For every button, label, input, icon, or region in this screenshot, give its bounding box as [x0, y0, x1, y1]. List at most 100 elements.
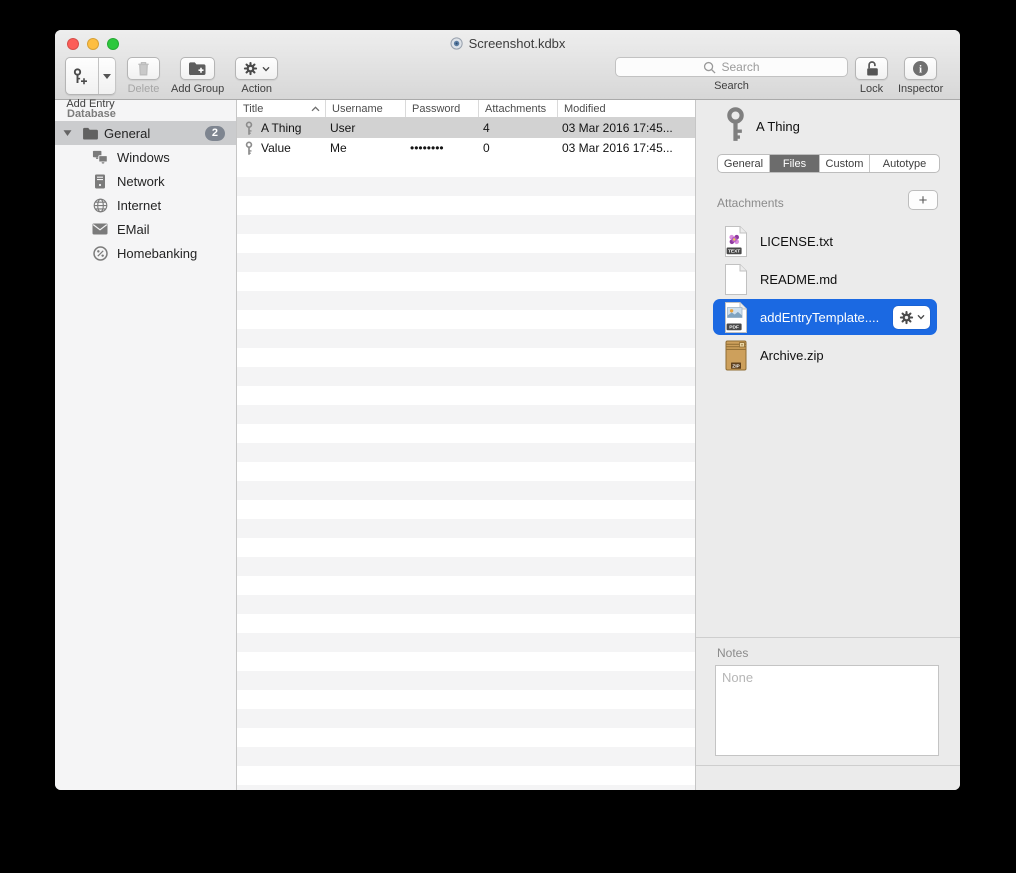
table-row-empty [237, 747, 695, 766]
tab-files[interactable]: Files [770, 155, 820, 172]
table-row-empty [237, 519, 695, 538]
toolbar-item-delete: Delete [127, 57, 160, 95]
table-row-empty [237, 766, 695, 785]
add-attachment-button[interactable]: + [908, 190, 938, 210]
lock-label: Lock [860, 83, 883, 95]
notes-field[interactable] [715, 665, 939, 756]
action-button[interactable] [235, 57, 278, 80]
entry-username-cell: Me [326, 141, 406, 155]
column-header-attachments[interactable]: Attachments [479, 100, 558, 117]
table-row-empty [237, 272, 695, 291]
table-row-empty [237, 500, 695, 519]
notes-label: Notes [717, 646, 748, 660]
toolbar-item-label: Delete [128, 83, 160, 95]
tab-custom[interactable]: Custom [820, 155, 870, 172]
add-entry-dropdown-button[interactable] [98, 58, 115, 94]
column-header-title[interactable]: Title [237, 100, 326, 117]
envelope-icon [92, 223, 108, 235]
search-input[interactable]: Search [615, 57, 848, 77]
sidebar-item-windows[interactable]: Windows [55, 145, 236, 169]
window-controls [67, 38, 119, 50]
add-entry-button[interactable] [65, 57, 116, 95]
add-group-button[interactable] [180, 57, 215, 80]
column-header-label: Title [243, 103, 263, 115]
percent-icon [92, 246, 108, 261]
entry-username-cell: User [326, 121, 406, 135]
server-icon [92, 174, 108, 189]
lock-icon [864, 60, 880, 77]
key-icon [244, 141, 254, 156]
group-tree: General2WindowsNetworkInternetEMailHomeb… [55, 121, 236, 265]
toolbar-left-group: Add EntryDeleteAdd GroupAction [65, 57, 278, 95]
svg-text:TEXT: TEXT [728, 248, 740, 254]
lock-button[interactable] [855, 57, 888, 80]
sidebar-item-internet[interactable]: Internet [55, 193, 236, 217]
document-icon [450, 37, 463, 50]
table-row-empty [237, 443, 695, 462]
delete-button[interactable] [127, 57, 160, 80]
column-header-password[interactable]: Password [406, 100, 479, 117]
entry-modified-cell: 03 Mar 2016 17:45... [558, 141, 695, 155]
attachment-list: TEXTLICENSE.txtREADME.mdPDFaddEntryTempl… [696, 222, 960, 374]
tab-general[interactable]: General [718, 155, 770, 172]
inspector-tabs: GeneralFilesCustomAutotype [717, 154, 940, 173]
attachment-row[interactable]: ZIPArchive.zip [696, 336, 960, 374]
column-header-username[interactable]: Username [326, 100, 406, 117]
key-plus-icon [66, 58, 94, 94]
file-action-button[interactable] [893, 306, 930, 329]
close-button[interactable] [67, 38, 79, 50]
search-group: Search Search [615, 57, 848, 92]
sidebar: Database General2WindowsNetworkInternetE… [55, 100, 237, 790]
entry-attachments-cell: 0 [479, 141, 558, 155]
table-row[interactable]: A ThingUser403 Mar 2016 17:45... [237, 118, 695, 138]
gear-icon [899, 310, 914, 325]
caret-down-icon [103, 74, 111, 79]
gear-icon [243, 61, 258, 76]
tab-autotype[interactable]: Autotype [870, 155, 939, 172]
table-row-empty [237, 234, 695, 253]
column-header-modified[interactable]: Modified [558, 100, 695, 117]
column-header-label: Attachments [485, 103, 546, 115]
table-row-empty [237, 481, 695, 500]
zoom-button[interactable] [107, 38, 119, 50]
sidebar-item-homebanking[interactable]: Homebanking [55, 241, 236, 265]
entry-password-cell: •••••••• [406, 141, 479, 155]
table-row-empty [237, 367, 695, 386]
attachment-row[interactable]: README.md [696, 260, 960, 298]
table-row-empty [237, 158, 695, 177]
table-row-empty [237, 690, 695, 709]
table-row-empty [237, 310, 695, 329]
sidebar-item-email[interactable]: EMail [55, 217, 236, 241]
sidebar-item-network[interactable]: Network [55, 169, 236, 193]
attachment-name: Archive.zip [760, 348, 824, 363]
attachment-row[interactable]: TEXTLICENSE.txt [696, 222, 960, 260]
svg-text:i: i [919, 63, 922, 75]
minimize-button[interactable] [87, 38, 99, 50]
disclosure-triangle-icon[interactable] [63, 129, 72, 137]
entry-table: Title UsernamePassword Attachments Modified… [237, 100, 695, 790]
sidebar-item-general[interactable]: General2 [55, 121, 236, 145]
inspector-button[interactable]: i [904, 57, 937, 80]
app-window: Screenshot.kdbx Add EntryDeleteAdd Group… [55, 30, 960, 790]
folder-plus-icon [188, 61, 207, 76]
toolbar-item-action: Action [235, 57, 278, 95]
svg-text:PDF: PDF [729, 324, 739, 330]
key-icon [244, 121, 254, 136]
attachments-label: Attachments [717, 196, 784, 210]
plain-file-icon [723, 264, 749, 295]
table-row-empty [237, 291, 695, 310]
table-row[interactable]: ValueMe••••••••003 Mar 2016 17:45... [237, 138, 695, 158]
inspector-panel: A Thing GeneralFilesCustomAutotype Attac… [695, 100, 960, 790]
inspector-label: Inspector [898, 83, 943, 95]
window-title-text: Screenshot.kdbx [469, 36, 566, 51]
table-row-empty [237, 614, 695, 633]
folder-icon [82, 127, 99, 140]
attachment-row[interactable]: PDFaddEntryTemplate.... [713, 299, 937, 335]
table-row-empty [237, 405, 695, 424]
table-row-empty [237, 785, 695, 790]
inspector-bottom-divider [696, 765, 960, 766]
pdf-file-icon: PDF [723, 302, 749, 333]
main-content: Database General2WindowsNetworkInternetE… [55, 100, 960, 790]
table-row-empty [237, 177, 695, 196]
window-chrome: Screenshot.kdbx Add EntryDeleteAdd Group… [55, 30, 960, 100]
